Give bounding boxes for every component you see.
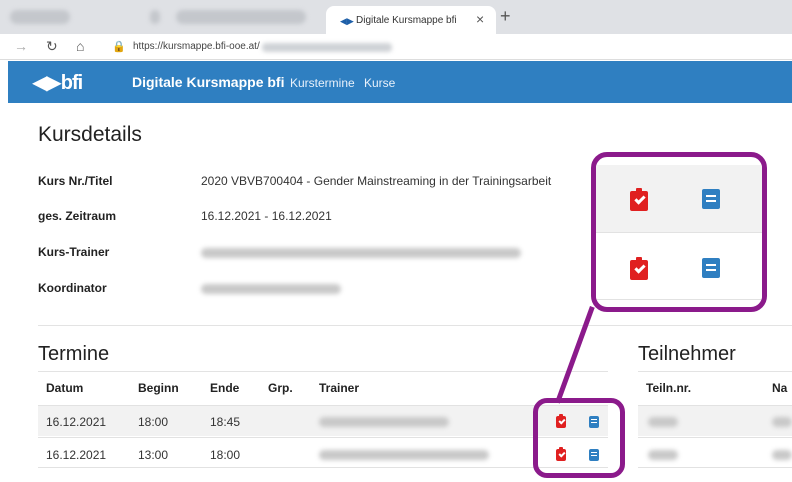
book-icon (702, 258, 720, 278)
zoom-row (596, 234, 762, 300)
section-divider (38, 325, 792, 326)
col-grp: Grp. (268, 381, 293, 395)
termine-title: Termine (38, 343, 110, 365)
label-kurs-trainer: Kurs-Trainer (38, 245, 110, 259)
row1-datum: 16.12.2021 (46, 415, 107, 429)
blurred-tab[interactable] (10, 10, 70, 24)
book-icon (702, 189, 720, 209)
app-header: ◀▶bfi Digitale Kursmappe bfi Kurstermine… (8, 61, 792, 103)
tab-title: Digitale Kursmappe bfi (356, 15, 457, 26)
teilnehmer-top-border (638, 371, 792, 372)
value-zeitraum: 16.12.2021 - 16.12.2021 (201, 209, 332, 223)
row2-beginn: 13:00 (138, 448, 169, 462)
lock-icon: 🔒 (112, 41, 126, 53)
new-tab-button[interactable]: + (500, 6, 511, 27)
callout-connector (555, 306, 595, 404)
clipboard-check-icon (630, 257, 648, 280)
blurred-trainer-value (201, 248, 521, 258)
termine-top-border (38, 371, 608, 372)
zoom-row (596, 165, 762, 233)
bfi-favicon-icon: ◀▶ (340, 16, 354, 26)
address-bar: → ↻ ⌂ 🔒 https://kursmappe.bfi-ooe.at/ (0, 34, 792, 60)
col-beginn: Beginn (138, 381, 179, 395)
col-trainer: Trainer (319, 381, 360, 395)
home-icon[interactable]: ⌂ (76, 38, 84, 54)
blurred-teilnehmer-nr (648, 450, 678, 460)
col-teiln-nr: Teiln.nr. (646, 381, 692, 395)
clipboard-check-icon (630, 188, 648, 211)
col-datum: Datum (46, 381, 84, 395)
bfi-logo[interactable]: ◀▶bfi (32, 70, 83, 95)
row1-blurred-trainer (319, 417, 449, 427)
label-zeitraum: ges. Zeitraum (38, 209, 117, 223)
row2-datum: 16.12.2021 (46, 448, 107, 462)
blurred-teilnehmer-name (772, 450, 792, 460)
col-ende: Ende (210, 381, 240, 395)
url-field[interactable]: https://kursmappe.bfi-ooe.at/ (133, 41, 260, 52)
nav-kurstermine[interactable]: Kurstermine (290, 76, 355, 90)
reload-icon[interactable]: ↻ (46, 38, 58, 55)
url-blurred-part (262, 43, 392, 52)
nav-kurse[interactable]: Kurse (364, 76, 395, 90)
app-title[interactable]: Digitale Kursmappe bfi (132, 74, 284, 90)
blurred-koordinator-value (201, 284, 341, 294)
row2-ende: 18:00 (210, 448, 241, 462)
tab-digitale-kursmappe[interactable]: ◀▶ Digitale Kursmappe bfi × (326, 6, 496, 34)
row2-blurred-trainer (319, 450, 489, 460)
blurred-tab[interactable] (176, 10, 306, 24)
blurred-tab-icon (150, 10, 160, 24)
page-title: Kursdetails (38, 123, 142, 146)
col-name: Na (772, 381, 788, 395)
zoom-callout (591, 152, 767, 312)
blurred-teilnehmer-nr (648, 417, 678, 427)
teilnehmer-title: Teilnehmer (638, 343, 736, 365)
close-tab-icon[interactable]: × (476, 11, 484, 27)
blurred-teilnehmer-name (772, 417, 792, 427)
label-kurs-nr: Kurs Nr./Titel (38, 174, 113, 188)
small-callout-frame (533, 398, 625, 478)
value-kurs-nr: 2020 VBVB700404 - Gender Mainstreaming i… (201, 174, 552, 188)
label-koordinator: Koordinator (38, 281, 107, 295)
row1-beginn: 18:00 (138, 415, 169, 429)
browser-tab-bar: ◀▶ Digitale Kursmappe bfi × + (0, 0, 792, 34)
back-icon[interactable]: → (14, 38, 28, 54)
row1-ende: 18:45 (210, 415, 241, 429)
